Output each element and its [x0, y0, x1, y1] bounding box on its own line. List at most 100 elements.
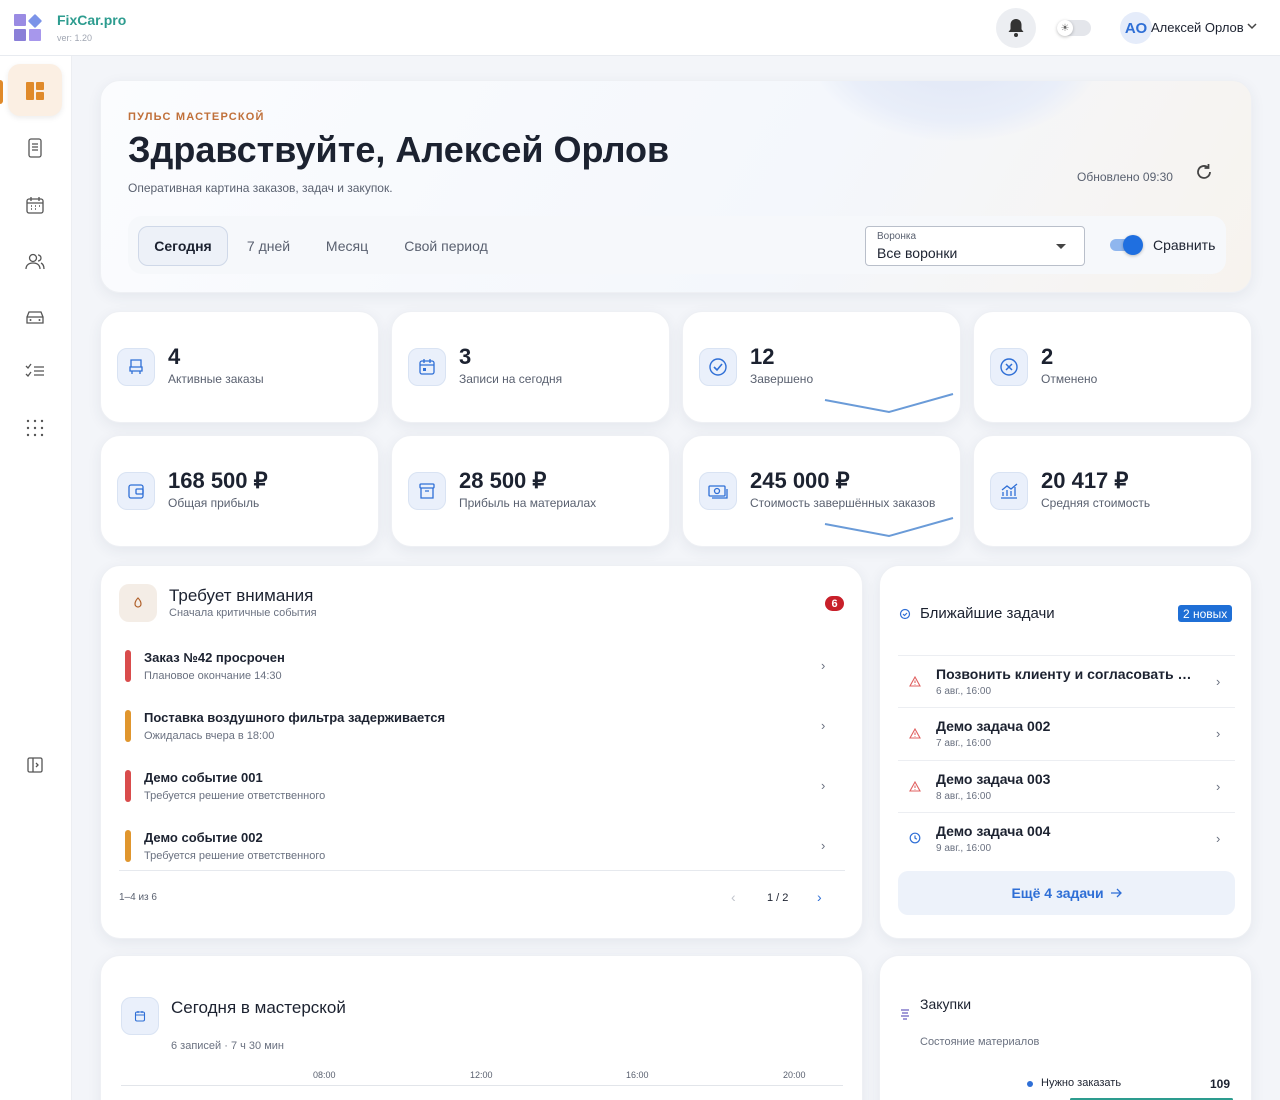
- dashboard-icon: [26, 82, 44, 100]
- chevron-down-icon[interactable]: [1247, 21, 1257, 31]
- period-filter-bar: Сегодня 7 дней Месяц Свой период Воронка…: [128, 216, 1226, 274]
- list-item[interactable]: Поставка воздушного фильтра задерживаетс…: [125, 706, 845, 756]
- updated-time: Обновлено 09:30: [1077, 170, 1173, 184]
- next-page-button[interactable]: ›: [817, 889, 822, 905]
- sidebar: [0, 56, 72, 1100]
- sidebar-item-documents[interactable]: [24, 137, 46, 159]
- stat-label: Средняя стоимость: [1041, 496, 1151, 510]
- stat-value: 28 500 ₽: [459, 468, 547, 493]
- car-icon: [26, 311, 44, 324]
- tab-month[interactable]: Месяц: [311, 226, 383, 266]
- purchases-item-label: Нужно заказать: [1041, 1077, 1122, 1089]
- users-icon: [25, 253, 45, 270]
- new-tasks-badge: 2 новых: [1178, 605, 1233, 622]
- stat-card-appointments-today[interactable]: 3 Записи на сегодня: [391, 311, 670, 423]
- sidebar-collapse-button[interactable]: [24, 754, 46, 776]
- list-item[interactable]: Заказ №42 просрочен Плановое окончание 1…: [125, 646, 845, 696]
- event-subtitle: Требуется решение ответственного: [144, 850, 326, 862]
- stat-label: Завершено: [750, 372, 814, 386]
- warning-icon: [908, 674, 922, 688]
- fixcar-logo-icon[interactable]: [14, 14, 42, 42]
- compare-label: Сравнить: [1153, 237, 1216, 253]
- sidebar-item-dashboard[interactable]: [8, 64, 62, 116]
- sidebar-item-cars[interactable]: [24, 306, 46, 328]
- trend-sparkline: [824, 517, 954, 538]
- funnel-select-label: Воронка: [877, 231, 917, 242]
- sidebar-item-tasks[interactable]: [24, 360, 46, 382]
- calendar-icon: [408, 348, 446, 386]
- task-date: 8 авг., 16:00: [936, 791, 991, 802]
- event-subtitle: Ожидалась вчера в 18:00: [144, 730, 275, 742]
- tab-7-days[interactable]: 7 дней: [236, 226, 301, 266]
- compare-toggle[interactable]: [1110, 235, 1143, 255]
- grid-dots-icon: [26, 419, 44, 437]
- attention-icon: [119, 584, 157, 622]
- tasks-panel: Ближайшие задачи 2 новых Позвонить клиен…: [879, 565, 1252, 939]
- theme-toggle[interactable]: ☀: [1057, 20, 1091, 36]
- stat-card-completed-value[interactable]: 245 000 ₽ Стоимость завершённых заказов: [682, 435, 961, 547]
- event-title: Заказ №42 просрочен: [144, 650, 285, 665]
- task-date: 7 авг., 16:00: [936, 738, 991, 749]
- chevron-right-icon: ›: [821, 778, 826, 793]
- warning-icon: [908, 726, 922, 740]
- event-title: Демо событие 001: [144, 770, 263, 785]
- user-name[interactable]: Алексей Орлов: [1151, 20, 1244, 35]
- cash-icon: [699, 472, 737, 510]
- task-title: Демо задача 002: [936, 718, 1051, 734]
- avatar[interactable]: АО: [1120, 12, 1152, 44]
- task-date: 9 авг., 16:00: [936, 843, 991, 854]
- today-panel: Сегодня в мастерской 6 записей · 7 ч 30 …: [100, 955, 863, 1100]
- sidebar-item-calendar[interactable]: [24, 194, 46, 216]
- notifications-button[interactable]: [996, 8, 1036, 48]
- stat-value: 168 500 ₽: [168, 468, 268, 493]
- task-row[interactable]: Позвонить клиенту и согласовать д... 6 а…: [898, 655, 1235, 707]
- funnel-select[interactable]: Воронка Все воронки: [865, 226, 1085, 266]
- timeline-axis: [121, 1085, 843, 1086]
- check-circle-icon: [699, 348, 737, 386]
- sun-icon: ☀: [1057, 20, 1073, 36]
- list-item[interactable]: Демо событие 002 Требуется решение ответ…: [125, 826, 845, 876]
- stat-card-total-profit[interactable]: 168 500 ₽ Общая прибыль: [100, 435, 379, 547]
- prev-page-button[interactable]: ‹: [731, 889, 736, 905]
- sidebar-item-apps[interactable]: [24, 417, 46, 439]
- task-date: 6 авг., 16:00: [936, 686, 991, 697]
- task-row[interactable]: Демо задача 004 9 авг., 16:00 ›: [898, 812, 1235, 864]
- stat-card-average-value[interactable]: 20 417 ₽ Средняя стоимость: [973, 435, 1252, 547]
- task-row[interactable]: Демо задача 002 7 авг., 16:00 ›: [898, 707, 1235, 759]
- stat-card-completed[interactable]: 12 Завершено: [682, 311, 961, 423]
- more-tasks-button[interactable]: Ещё 4 задачи: [898, 871, 1235, 915]
- tab-custom-period[interactable]: Свой период: [393, 226, 499, 266]
- clock-icon: [908, 831, 922, 845]
- hour-label: 08:00: [313, 1070, 336, 1080]
- analytics-icon: [990, 472, 1028, 510]
- event-subtitle: Требуется решение ответственного: [144, 790, 326, 802]
- task-title: Демо задача 004: [936, 823, 1051, 839]
- chevron-right-icon: ›: [821, 718, 826, 733]
- app-name[interactable]: FixCar.pro: [57, 12, 126, 28]
- attention-panel: Требует внимания Сначала критичные событ…: [100, 565, 863, 939]
- funnel-select-value: Все воронки: [877, 245, 958, 261]
- calendar-icon: [26, 197, 44, 214]
- checklist-icon: [25, 363, 44, 377]
- divider: [119, 870, 845, 871]
- attention-subtitle: Сначала критичные события: [169, 607, 317, 619]
- task-title: Позвонить клиенту и согласовать д...: [936, 666, 1198, 682]
- bell-icon: [1008, 19, 1024, 37]
- hour-label: 12:00: [470, 1070, 493, 1080]
- stat-card-active-orders[interactable]: 4 Активные заказы: [100, 311, 379, 423]
- task-row[interactable]: Демо задача 003 8 авг., 16:00 ›: [898, 760, 1235, 812]
- sidebar-collapse-icon: [27, 757, 43, 773]
- refresh-icon: [1197, 164, 1211, 179]
- tab-today[interactable]: Сегодня: [138, 226, 228, 266]
- sidebar-item-clients[interactable]: [24, 250, 46, 272]
- stat-value: 4: [168, 344, 181, 369]
- stat-label: Общая прибыль: [168, 496, 260, 510]
- stat-label: Записи на сегодня: [459, 372, 563, 386]
- stat-card-cancelled[interactable]: 2 Отменено: [973, 311, 1252, 423]
- hero-kicker: ПУЛЬС МАСТЕРСКОЙ: [128, 111, 265, 123]
- hero-panel: ПУЛЬС МАСТЕРСКОЙ Здравствуйте, Алексей О…: [100, 80, 1252, 293]
- stat-card-materials-profit[interactable]: 28 500 ₽ Прибыль на материалах: [391, 435, 670, 547]
- refresh-button[interactable]: [1191, 159, 1217, 185]
- event-title: Поставка воздушного фильтра задерживаетс…: [144, 710, 446, 725]
- list-item[interactable]: Демо событие 001 Требуется решение ответ…: [125, 766, 845, 816]
